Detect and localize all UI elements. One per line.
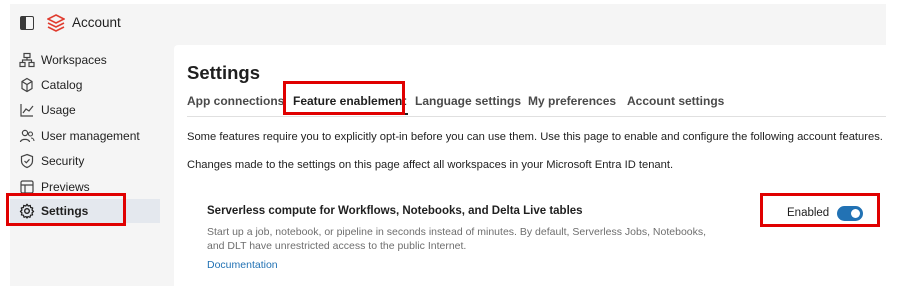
serverless-toggle-group: Enabled bbox=[787, 205, 864, 221]
sidebar-item-settings[interactable]: Settings bbox=[10, 199, 160, 223]
sidebar-item-label: Catalog bbox=[41, 78, 83, 92]
documentation-link[interactable]: Documentation bbox=[207, 259, 278, 271]
sidebar-item-label: Previews bbox=[41, 180, 90, 194]
main-content: Settings App connections Feature enablem… bbox=[174, 45, 886, 286]
tab-feature-enablement[interactable]: Feature enablement bbox=[290, 94, 409, 115]
sidebar-item-catalog[interactable]: Catalog bbox=[10, 73, 160, 97]
sidebar-item-label: Usage bbox=[41, 103, 76, 117]
workspaces-icon bbox=[19, 52, 35, 68]
sidebar-item-security[interactable]: Security bbox=[10, 149, 160, 173]
feature-description: Start up a job, notebook, or pipeline in… bbox=[207, 225, 707, 253]
catalog-icon bbox=[21, 77, 33, 93]
databricks-logo-icon bbox=[47, 14, 65, 32]
intro-text: Some features require you to explicitly … bbox=[187, 131, 883, 143]
sidebar-item-label: Security bbox=[41, 154, 85, 168]
serverless-enabled-toggle[interactable] bbox=[837, 205, 864, 221]
users-icon bbox=[19, 129, 35, 143]
top-bar: Account bbox=[10, 4, 886, 44]
gear-icon bbox=[19, 203, 35, 219]
tab-language-settings[interactable]: Language settings bbox=[415, 94, 521, 108]
feature-title: Serverless compute for Workflows, Notebo… bbox=[207, 205, 583, 217]
page-title: Settings bbox=[187, 62, 260, 83]
previews-icon bbox=[20, 180, 34, 194]
tab-app-connections[interactable]: App connections bbox=[187, 94, 284, 108]
usage-chart-icon bbox=[20, 104, 34, 117]
sidebar-toggle-icon[interactable] bbox=[20, 16, 34, 30]
tenant-note: Changes made to the settings on this pag… bbox=[187, 159, 674, 171]
toggle-knob bbox=[851, 208, 861, 218]
toggle-label: Enabled bbox=[787, 207, 830, 219]
sidebar-item-workspaces[interactable]: Workspaces bbox=[10, 48, 160, 72]
app-title: Account bbox=[72, 15, 121, 30]
app-window: Account Workspaces Catalog Usage User ma… bbox=[10, 4, 886, 286]
sidebar-item-label: User management bbox=[41, 129, 140, 143]
sidebar-item-previews[interactable]: Previews bbox=[10, 175, 160, 199]
sidebar-item-usage[interactable]: Usage bbox=[10, 98, 160, 122]
feature-description-line: and DLT have unrestricted access to the … bbox=[207, 240, 467, 252]
sidebar-item-user-management[interactable]: User management bbox=[10, 124, 160, 148]
feature-description-line: Start up a job, notebook, or pipeline in… bbox=[207, 226, 707, 238]
tab-my-preferences[interactable]: My preferences bbox=[528, 94, 616, 108]
tab-bar: App connections Feature enablement Langu… bbox=[187, 91, 886, 117]
sidebar-item-label: Settings bbox=[41, 204, 89, 218]
sidebar-item-label: Workspaces bbox=[41, 53, 107, 67]
shield-icon bbox=[20, 153, 34, 169]
tab-account-settings[interactable]: Account settings bbox=[627, 94, 724, 108]
